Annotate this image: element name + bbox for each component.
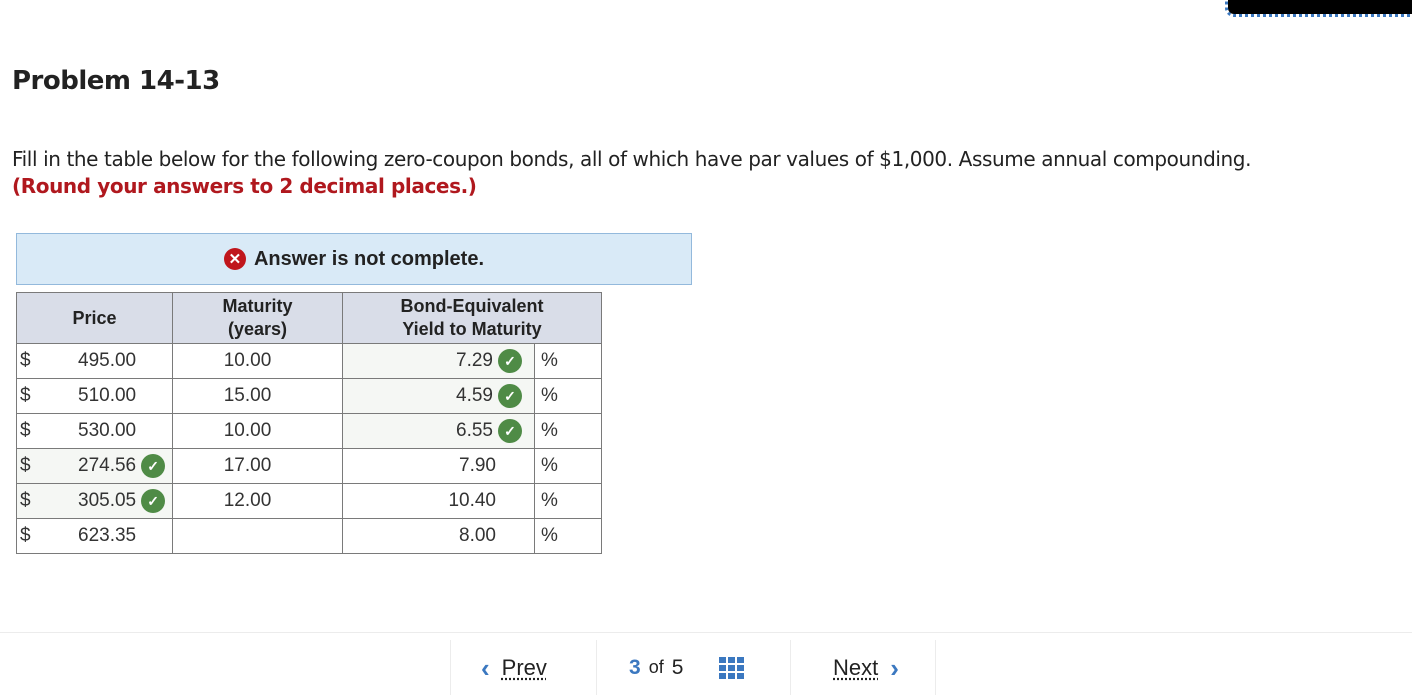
percent-cell: % bbox=[534, 413, 602, 449]
prev-button[interactable]: ‹ Prev bbox=[450, 640, 596, 695]
instructions-text: Fill in the table below for the followin… bbox=[12, 147, 1252, 171]
yield-value[interactable]: 7.29 bbox=[456, 350, 493, 371]
question-pager: ‹ Prev 3 of 5 Next › bbox=[450, 640, 936, 695]
table-row: $ 623.35 8.00 % bbox=[16, 518, 602, 554]
maturity-cell[interactable]: 10.00 bbox=[172, 413, 343, 449]
price-cell[interactable]: $ 530.00 bbox=[16, 413, 173, 449]
next-button[interactable]: Next › bbox=[790, 640, 936, 695]
header-yield-line1: Bond-Equivalent bbox=[400, 296, 544, 316]
answer-status-banner: ✕ Answer is not complete. bbox=[16, 233, 692, 285]
table-row: $ 305.05 ✓ 12.00 10.40 % bbox=[16, 483, 602, 519]
total-pages: 5 bbox=[671, 655, 684, 679]
yield-cell[interactable]: 10.40 bbox=[342, 483, 535, 519]
yield-cell[interactable]: 7.90 bbox=[342, 448, 535, 484]
top-toolbar[interactable] bbox=[1225, 0, 1412, 17]
check-circle-icon: ✓ bbox=[498, 349, 522, 373]
maturity-cell[interactable]: 12.00 bbox=[172, 483, 343, 519]
yield-value[interactable]: 8.00 bbox=[459, 525, 496, 546]
problem-title: Problem 14-13 bbox=[12, 66, 220, 96]
check-circle-icon: ✓ bbox=[498, 419, 522, 443]
check-circle-icon: ✓ bbox=[498, 384, 522, 408]
header-maturity-line1: Maturity bbox=[222, 296, 293, 316]
currency-symbol: $ bbox=[20, 350, 31, 371]
table-row: $ 274.56 ✓ 17.00 7.90 % bbox=[16, 448, 602, 484]
percent-cell: % bbox=[534, 483, 602, 519]
check-circle-icon: ✓ bbox=[141, 454, 166, 478]
header-yield-line2: Yield to Maturity bbox=[402, 319, 542, 339]
header-price: Price bbox=[16, 292, 173, 344]
currency-symbol: $ bbox=[20, 455, 31, 476]
price-cell[interactable]: $ 623.35 bbox=[16, 518, 173, 554]
prev-link[interactable]: Prev bbox=[502, 655, 547, 681]
rounding-note: (Round your answers to 2 decimal places.… bbox=[12, 174, 477, 198]
x-circle-icon: ✕ bbox=[223, 248, 246, 270]
percent-cell: % bbox=[534, 518, 602, 554]
yield-cell[interactable]: 8.00 bbox=[342, 518, 535, 554]
yield-cell[interactable]: 4.59 ✓ bbox=[342, 378, 535, 414]
header-maturity: Maturity (years) bbox=[172, 292, 343, 344]
maturity-cell[interactable]: 17.00 bbox=[172, 448, 343, 484]
currency-symbol: $ bbox=[20, 385, 31, 406]
yield-value[interactable]: 10.40 bbox=[448, 490, 496, 511]
grid-icon[interactable] bbox=[719, 656, 745, 679]
yield-value[interactable]: 6.55 bbox=[456, 420, 493, 441]
footer-divider bbox=[0, 632, 1412, 633]
price-value[interactable]: 495.00 bbox=[78, 350, 136, 372]
bond-table: Price Maturity (years) Bond-Equivalent Y… bbox=[16, 292, 602, 554]
table-row: $ 530.00 10.00 6.55 ✓ % bbox=[16, 413, 602, 449]
percent-cell: % bbox=[534, 378, 602, 414]
next-link[interactable]: Next bbox=[833, 655, 878, 681]
chevron-right-icon: › bbox=[890, 652, 899, 683]
maturity-cell[interactable]: 10.00 bbox=[172, 343, 343, 379]
yield-value[interactable]: 4.59 bbox=[456, 385, 493, 406]
current-page: 3 bbox=[629, 655, 641, 679]
check-circle-icon: ✓ bbox=[141, 489, 166, 513]
maturity-cell[interactable] bbox=[172, 518, 343, 554]
yield-cell[interactable]: 6.55 ✓ bbox=[342, 413, 535, 449]
price-cell[interactable]: $ 510.00 bbox=[16, 378, 173, 414]
currency-symbol: $ bbox=[20, 490, 31, 511]
percent-cell: % bbox=[534, 448, 602, 484]
instructions: Fill in the table below for the followin… bbox=[12, 146, 1251, 200]
price-value[interactable]: 623.35 bbox=[78, 525, 136, 547]
maturity-cell[interactable]: 15.00 bbox=[172, 378, 343, 414]
price-cell[interactable]: $ 305.05 ✓ bbox=[16, 483, 173, 519]
price-value[interactable]: 274.56 bbox=[78, 455, 136, 477]
yield-cell[interactable]: 7.29 ✓ bbox=[342, 343, 535, 379]
of-label: of bbox=[648, 657, 664, 677]
table-row: $ 510.00 15.00 4.59 ✓ % bbox=[16, 378, 602, 414]
table-row: $ 495.00 10.00 7.29 ✓ % bbox=[16, 343, 602, 379]
page-indicator: 3 of 5 bbox=[596, 640, 790, 695]
chevron-left-icon: ‹ bbox=[481, 652, 490, 683]
header-maturity-line2: (years) bbox=[227, 319, 288, 339]
percent-cell: % bbox=[534, 343, 602, 379]
price-value[interactable]: 510.00 bbox=[78, 385, 136, 407]
currency-symbol: $ bbox=[20, 525, 31, 546]
table-header-row: Price Maturity (years) Bond-Equivalent Y… bbox=[16, 292, 602, 344]
currency-symbol: $ bbox=[20, 420, 31, 441]
price-value[interactable]: 305.05 bbox=[78, 490, 136, 512]
price-cell[interactable]: $ 274.56 ✓ bbox=[16, 448, 173, 484]
price-value[interactable]: 530.00 bbox=[78, 420, 136, 442]
yield-value[interactable]: 7.90 bbox=[459, 455, 496, 476]
status-message: Answer is not complete. bbox=[253, 247, 485, 270]
price-cell[interactable]: $ 495.00 bbox=[16, 343, 173, 379]
header-yield: Bond-Equivalent Yield to Maturity bbox=[342, 292, 602, 344]
